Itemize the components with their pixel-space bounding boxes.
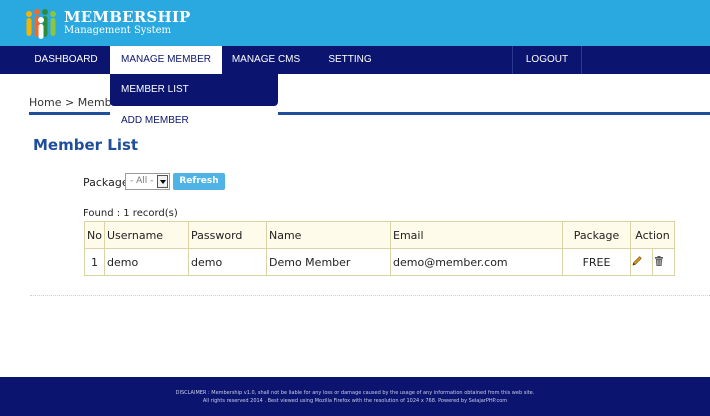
header-no: No [84, 221, 105, 249]
nav-logout[interactable]: LOGOUT [513, 46, 581, 74]
page-title: Member List [33, 136, 139, 154]
header-action: Action [629, 221, 676, 249]
header-name: Name [266, 221, 391, 249]
footer-copyright: All rights reserved 2014 . Best viewed u… [202, 398, 508, 404]
refresh-button[interactable]: Refresh [173, 173, 225, 190]
dropdown-member-list[interactable]: MEMBER LIST [110, 74, 278, 106]
cell-password: demo [188, 248, 267, 276]
header-username: Username [104, 221, 189, 249]
chevron-down-icon[interactable] [157, 175, 168, 188]
cell-no: 1 [84, 248, 105, 276]
app-root: MEMBERSHIP Management System DASHBOARD M… [0, 0, 710, 416]
cell-email: demo@member.com [390, 248, 563, 276]
header-password: Password [188, 221, 267, 249]
cell-username: demo [104, 248, 189, 276]
content-divider [30, 295, 710, 296]
people-logo-icon [26, 9, 56, 39]
nav-manage-member[interactable]: MANAGE MEMBER [110, 46, 222, 74]
nav-manage-cms[interactable]: MANAGE CMS [222, 46, 310, 74]
header-email: Email [390, 221, 563, 249]
package-select[interactable]: - All - [125, 173, 170, 190]
dropdown-add-member[interactable]: ADD MEMBER [110, 106, 278, 135]
table-row: 1 demo demo Demo Member demo@member.com … [84, 248, 676, 276]
nav-setting[interactable]: SETTING [310, 46, 390, 74]
site-footer: DISCLAIMER : Membership v1.0, shall not … [0, 377, 710, 416]
member-table: No Username Password Name Email Package … [84, 221, 676, 276]
edit-cell [630, 248, 653, 276]
footer-disclaimer: DISCLAIMER : Membership v1.0, shall not … [175, 390, 535, 396]
delete-cell [651, 248, 676, 276]
header-package: Package [562, 221, 631, 249]
pencil-icon[interactable] [631, 255, 643, 267]
cell-name: Demo Member [266, 248, 391, 276]
site-header: MEMBERSHIP Management System [0, 0, 710, 46]
package-select-value: - All - [130, 176, 154, 186]
trash-icon[interactable] [653, 255, 665, 267]
breadcrumb: Home > Member [29, 96, 123, 109]
nav-separator [581, 46, 582, 74]
brand-subtitle: Management System [64, 25, 172, 36]
manage-member-dropdown: MEMBER LIST ADD MEMBER [110, 74, 278, 135]
found-count: Found : 1 record(s) [83, 208, 178, 219]
package-label: Package [83, 176, 129, 189]
cell-package: FREE [562, 248, 631, 276]
main-nav: DASHBOARD MANAGE MEMBER MANAGE CMS SETTI… [0, 46, 710, 74]
table-header-row: No Username Password Name Email Package … [84, 221, 676, 249]
brand-title: MEMBERSHIP [64, 8, 191, 26]
nav-dashboard[interactable]: DASHBOARD [20, 46, 112, 74]
